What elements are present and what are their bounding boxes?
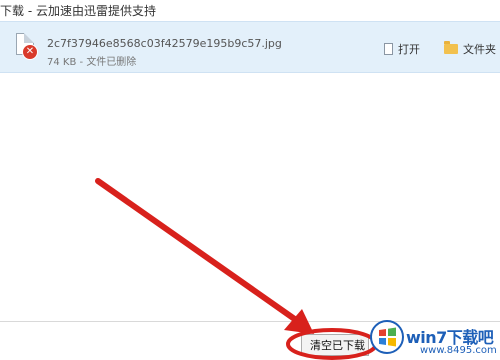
- clear-downloads-button[interactable]: 清空已下载: [301, 334, 369, 356]
- file-corner-fold: [24, 33, 34, 43]
- arrow-shaft: [95, 178, 299, 323]
- title-bar: 下载 - 云加速由迅雷提供支持: [0, 0, 500, 20]
- file-status: 文件已删除: [86, 57, 137, 68]
- open-button[interactable]: 打开: [384, 40, 420, 58]
- document-icon: [384, 43, 393, 55]
- open-label: 打开: [398, 43, 420, 56]
- download-list-item[interactable]: ✕ 2c7f37946e8568c03f42579e195b9c57.jpg 7…: [0, 21, 500, 73]
- file-size: 74 KB: [47, 57, 77, 68]
- watermark-url: www.8495.com: [420, 345, 497, 356]
- window-title: 下载 - 云加速由迅雷提供支持: [0, 4, 156, 18]
- folder-label: 文件夹: [463, 43, 496, 56]
- folder-icon: [444, 41, 458, 54]
- meta-separator: -: [79, 57, 84, 68]
- file-name: 2c7f37946e8568c03f42579e195b9c57.jpg: [47, 37, 282, 50]
- windows-logo-icon: [370, 320, 404, 354]
- error-icon: ✕: [22, 44, 38, 60]
- file-meta: 74 KB - 文件已删除: [47, 53, 136, 68]
- watermark: win7下载吧 www.8495.com: [370, 318, 500, 360]
- open-folder-button[interactable]: 文件夹: [444, 40, 496, 58]
- download-window: 下载 - 云加速由迅雷提供支持 ✕ 2c7f37946e8568c03f4257…: [0, 0, 500, 360]
